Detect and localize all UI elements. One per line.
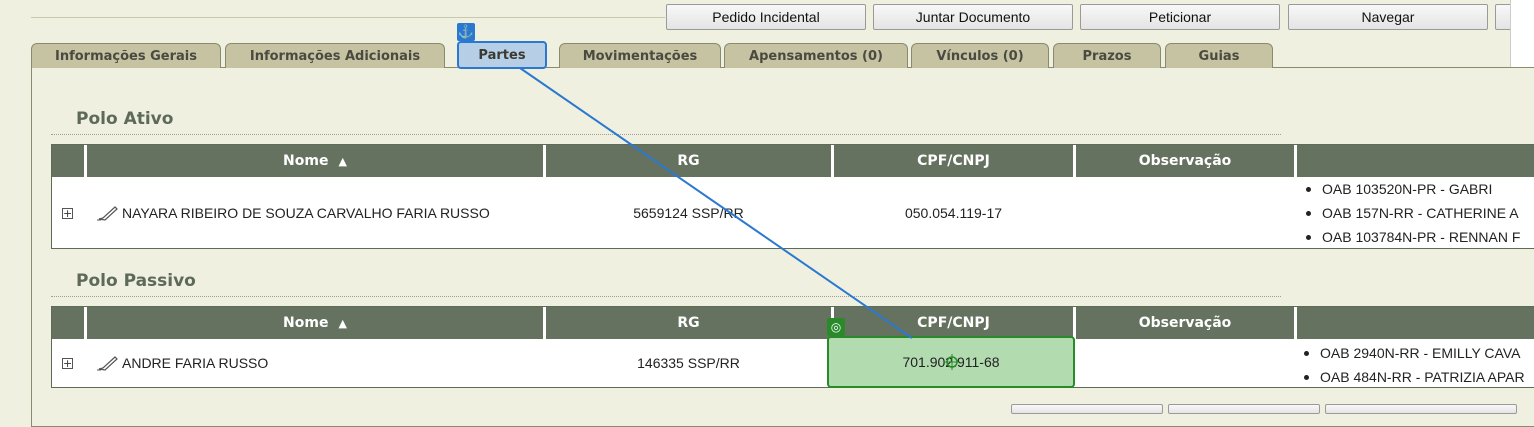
- lawyer-item: OAB 103784N-PR - RENNAN F: [1302, 225, 1520, 248]
- polo-ativo-rule: [51, 134, 1281, 136]
- party-cpf-highlighted[interactable]: 701.902.911-68: [827, 336, 1075, 388]
- party-rg: 5659124 SSP/RR: [633, 205, 744, 221]
- party-name: ANDRE FARIA RUSSO: [122, 355, 269, 371]
- header-rule: [31, 17, 665, 18]
- bottom-button[interactable]: [1168, 404, 1320, 414]
- lawyer-item: OAB 157N-RR - CATHERINE A: [1302, 201, 1520, 225]
- party-name: NAYARA RIBEIRO DE SOUZA CARVALHO FARIA R…: [122, 205, 490, 221]
- peticionar-button[interactable]: Peticionar: [1080, 4, 1280, 30]
- lawyer-item: OAB 2940N-RR - EMILLY CAVA: [1300, 341, 1525, 365]
- polo-passivo-rule: [51, 296, 1281, 298]
- tab-vinculos[interactable]: Vínculos (0): [911, 43, 1049, 68]
- plus-box-icon[interactable]: +: [62, 208, 73, 219]
- juntar-documento-button[interactable]: Juntar Documento: [873, 4, 1073, 30]
- party-cpf: 701.902.911-68: [902, 354, 1000, 370]
- header-blank: [52, 307, 84, 339]
- bottom-button[interactable]: [1011, 404, 1163, 414]
- pencil-icon[interactable]: [97, 205, 119, 221]
- column-label: Nome: [283, 153, 329, 169]
- sort-asc-icon: ▲: [338, 316, 347, 330]
- column-header-nome[interactable]: Nome ▲: [87, 307, 543, 339]
- tab-informacoes-adicionais[interactable]: Informações Adicionais: [225, 43, 445, 68]
- tab-prazos[interactable]: Prazos: [1053, 43, 1161, 68]
- column-label: Nome: [283, 315, 329, 331]
- tab-guias[interactable]: Guias: [1165, 43, 1273, 68]
- column-header-rg[interactable]: RG: [546, 307, 831, 339]
- target-icon: ◎: [827, 318, 845, 336]
- navegar-button[interactable]: Navegar: [1288, 4, 1488, 30]
- tab-apensamentos[interactable]: Apensamentos (0): [724, 43, 908, 68]
- bottom-button[interactable]: [1325, 404, 1517, 414]
- lawyers-list: OAB 2940N-RR - EMILLY CAVA OAB 484N-RR -…: [1300, 341, 1525, 387]
- pencil-icon[interactable]: [97, 355, 119, 371]
- column-header-advogados[interactable]: Ad: [1297, 307, 1534, 339]
- party-rg: 146335 SSP/RR: [637, 355, 740, 371]
- lawyer-item: OAB 484N-RR - PATRIZIA APAR: [1300, 365, 1525, 387]
- column-header-rg[interactable]: RG: [546, 145, 831, 177]
- column-header-nome[interactable]: Nome ▲: [87, 145, 543, 177]
- column-header-observacao[interactable]: Observação: [1076, 307, 1294, 339]
- column-header-cpf[interactable]: CPF/CNPJ: [834, 307, 1073, 339]
- tab-movimentacoes[interactable]: Movimentações: [559, 43, 721, 68]
- sort-asc-icon: ▲: [338, 154, 347, 168]
- plus-box-icon[interactable]: +: [62, 358, 73, 369]
- column-header-advogados: [1297, 145, 1534, 177]
- polo-ativo-table: Nome ▲ RG CPF/CNPJ Observação + NAYARA R…: [51, 144, 1534, 249]
- anchor-icon: ⚓: [457, 23, 475, 41]
- header-blank: [52, 145, 84, 177]
- column-header-observacao[interactable]: Observação: [1076, 145, 1294, 177]
- tab-informacoes-gerais[interactable]: Informações Gerais: [31, 43, 221, 68]
- party-cpf: 050.054.119-17: [904, 205, 1003, 221]
- pedido-incidental-button[interactable]: Pedido Incidental: [666, 4, 866, 30]
- polo-ativo-title: Polo Ativo: [76, 109, 174, 129]
- lawyers-list: OAB 103520N-PR - GABRI OAB 157N-RR - CAT…: [1302, 177, 1520, 248]
- lawyer-item: OAB 103520N-PR - GABRI: [1302, 177, 1520, 201]
- tab-partes[interactable]: Partes: [457, 41, 547, 69]
- polo-passivo-table: Nome ▲ RG CPF/CNPJ Observação Ad + ANDRE…: [51, 306, 1534, 388]
- column-header-cpf[interactable]: CPF/CNPJ: [834, 145, 1073, 177]
- polo-passivo-title: Polo Passivo: [76, 271, 196, 291]
